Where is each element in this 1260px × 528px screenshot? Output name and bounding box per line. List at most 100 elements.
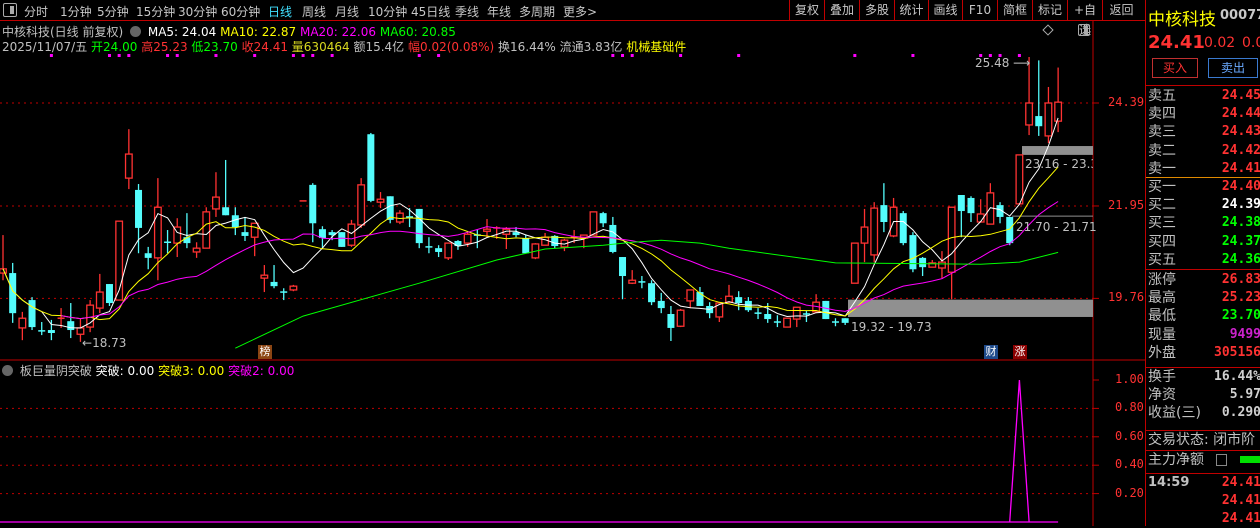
quote-label: 买五 bbox=[1148, 251, 1176, 268]
zone-label-3: 21.70 - 21.71 bbox=[1016, 220, 1097, 234]
quote-label: 收益(三) bbox=[1148, 405, 1201, 422]
candle-body bbox=[395, 212, 404, 223]
tab-period[interactable]: 多周期 bbox=[519, 3, 555, 20]
tab-period[interactable]: 45日线 bbox=[411, 3, 450, 20]
quote-value: 24.42 bbox=[1221, 142, 1260, 158]
quote-row: 现量 9499 bbox=[1148, 326, 1260, 344]
list-icon[interactable] bbox=[1216, 454, 1227, 466]
tab-period[interactable]: 月线 bbox=[335, 3, 359, 20]
tab-period[interactable]: 5分钟 bbox=[97, 3, 129, 20]
price-change: 0.02 bbox=[1204, 35, 1236, 51]
quote-value: 305156 bbox=[1214, 344, 1260, 360]
toolbar-button[interactable]: 简框 bbox=[997, 0, 1032, 20]
quote-row: 买四 24.37 bbox=[1148, 233, 1260, 251]
toolbar-button[interactable]: +自选 bbox=[1067, 0, 1102, 37]
collapse-icon[interactable] bbox=[130, 26, 142, 37]
tab-period[interactable]: 周线 bbox=[302, 3, 326, 20]
tab-period[interactable]: 15分钟 bbox=[136, 3, 175, 20]
ma5-value: MA5: 24.04 bbox=[147, 25, 217, 39]
tab-period[interactable]: 季线 bbox=[455, 3, 479, 20]
toolbar-button[interactable]: 复权 bbox=[789, 0, 824, 20]
panel-toggle-icon[interactable] bbox=[3, 3, 17, 17]
sector[interactable]: 机械基础件 bbox=[626, 40, 686, 54]
tab-period[interactable]: 分时 bbox=[24, 3, 48, 20]
price-change-pct: 0.0 bbox=[1242, 35, 1260, 51]
indicator-menu-icon[interactable] bbox=[2, 365, 13, 376]
toolbar-button[interactable]: 画线 bbox=[928, 0, 962, 20]
toolbar-button[interactable]: 标记 bbox=[1032, 0, 1067, 20]
sell-button[interactable]: 卖出 bbox=[1208, 58, 1258, 78]
candle-body bbox=[47, 330, 55, 333]
quote-label: 换手 bbox=[1148, 369, 1176, 385]
toolbar-button[interactable]: 统计 bbox=[894, 0, 928, 20]
quote-panel: 中核科技 000777 24.41 0.02 0.0 买入 卖出 卖五 24.45… bbox=[1145, 0, 1260, 526]
last-price: 24.41 bbox=[1148, 32, 1205, 53]
rank-badge[interactable]: 榜 bbox=[258, 345, 272, 359]
quote-value: 24.39 bbox=[1221, 197, 1260, 213]
close: 收24.41 bbox=[241, 40, 288, 54]
high: 高25.23 bbox=[141, 40, 188, 54]
turnover: 换16.44% bbox=[498, 40, 556, 54]
quote-row: 卖二 24.42 bbox=[1148, 142, 1260, 160]
tab-period[interactable]: 年线 bbox=[487, 3, 511, 20]
candle-body bbox=[135, 189, 143, 228]
quote-row: 换手 16.44% bbox=[1148, 368, 1260, 386]
breakout2-line bbox=[0, 379, 1059, 523]
price-axis-label: 21.95 bbox=[1108, 197, 1145, 212]
indicator-axis-label: 1.00 bbox=[1115, 372, 1144, 386]
quote-label: 卖四 bbox=[1148, 106, 1176, 123]
quote-label: 买三 bbox=[1148, 215, 1176, 232]
candle-body bbox=[628, 279, 637, 284]
support-zone bbox=[848, 299, 1093, 317]
kline-chart[interactable] bbox=[0, 0, 1145, 526]
amount: 额15.4亿 bbox=[353, 40, 405, 54]
candle-body bbox=[1035, 116, 1043, 127]
zone-label-1: 19.32 - 19.73 bbox=[851, 320, 932, 334]
quote-value: 16.44% bbox=[1214, 369, 1260, 384]
quote-row: 买五 24.36 bbox=[1148, 251, 1260, 269]
quote-value: 9499 bbox=[1229, 326, 1260, 342]
ma60-line bbox=[235, 239, 1059, 349]
zone-label-2: 23.16 - 23.37 bbox=[1025, 157, 1093, 171]
quote-value: 24.41 bbox=[1221, 160, 1260, 176]
toolbar-button[interactable]: 返回 bbox=[1102, 0, 1140, 20]
low: 低23.70 bbox=[191, 40, 238, 54]
quote-label: 卖三 bbox=[1148, 124, 1176, 141]
quote-label: 买四 bbox=[1148, 233, 1176, 250]
toolbar-button[interactable]: F10 bbox=[962, 0, 997, 20]
quote-label: 现量 bbox=[1148, 326, 1176, 343]
tick-row: 24.41 bbox=[1148, 492, 1260, 510]
sidebar-toggle-icon[interactable] bbox=[1078, 24, 1090, 36]
quote-row: 卖五 24.45 bbox=[1148, 87, 1260, 105]
tab-period[interactable]: 1分钟 bbox=[60, 3, 92, 20]
finance-badge[interactable]: 财 bbox=[984, 345, 998, 359]
candle-body bbox=[463, 233, 472, 244]
period-toolbar: 分时 1分钟 5分钟 15分钟 30分钟 60分钟 日线 周线 月线 10分钟 45日线 季线 年线 多周… bbox=[0, 0, 1145, 37]
tab-period[interactable]: 30分钟 bbox=[178, 3, 217, 20]
candle-body bbox=[241, 232, 249, 236]
indicator-name[interactable]: 板巨量阴突破 bbox=[20, 364, 92, 378]
stock-name: 中核科技 bbox=[1148, 10, 1216, 30]
candle-body bbox=[541, 236, 550, 246]
quote-row: 涨停 26.83 bbox=[1148, 271, 1260, 289]
quote-value: 24.40 bbox=[1221, 179, 1260, 194]
tab-period[interactable]: 日线 bbox=[268, 3, 292, 20]
candle-body bbox=[686, 289, 695, 302]
quote-label: 涨停 bbox=[1148, 272, 1176, 288]
candle-body bbox=[289, 285, 298, 291]
candle-body bbox=[1015, 154, 1024, 205]
candle-body bbox=[938, 261, 946, 269]
resistance-zone bbox=[1022, 146, 1093, 155]
limit-up-badge[interactable]: 涨 bbox=[1013, 345, 1027, 359]
high-price-value: 25.48 bbox=[975, 56, 1010, 70]
date: 2025/11/07/五 bbox=[2, 40, 88, 54]
buy-button[interactable]: 买入 bbox=[1152, 58, 1198, 78]
price-axis-label: 19.76 bbox=[1108, 290, 1145, 305]
tab-period[interactable]: 10分钟 bbox=[368, 3, 407, 20]
tab-period[interactable]: 更多> bbox=[563, 3, 597, 20]
toolbar-button[interactable]: 多股 bbox=[859, 0, 894, 20]
toolbar-button[interactable]: 叠加 bbox=[824, 0, 859, 20]
tab-period[interactable]: 60分钟 bbox=[221, 3, 260, 20]
quote-value: 24.36 bbox=[1221, 251, 1260, 267]
candle-body bbox=[67, 321, 75, 331]
